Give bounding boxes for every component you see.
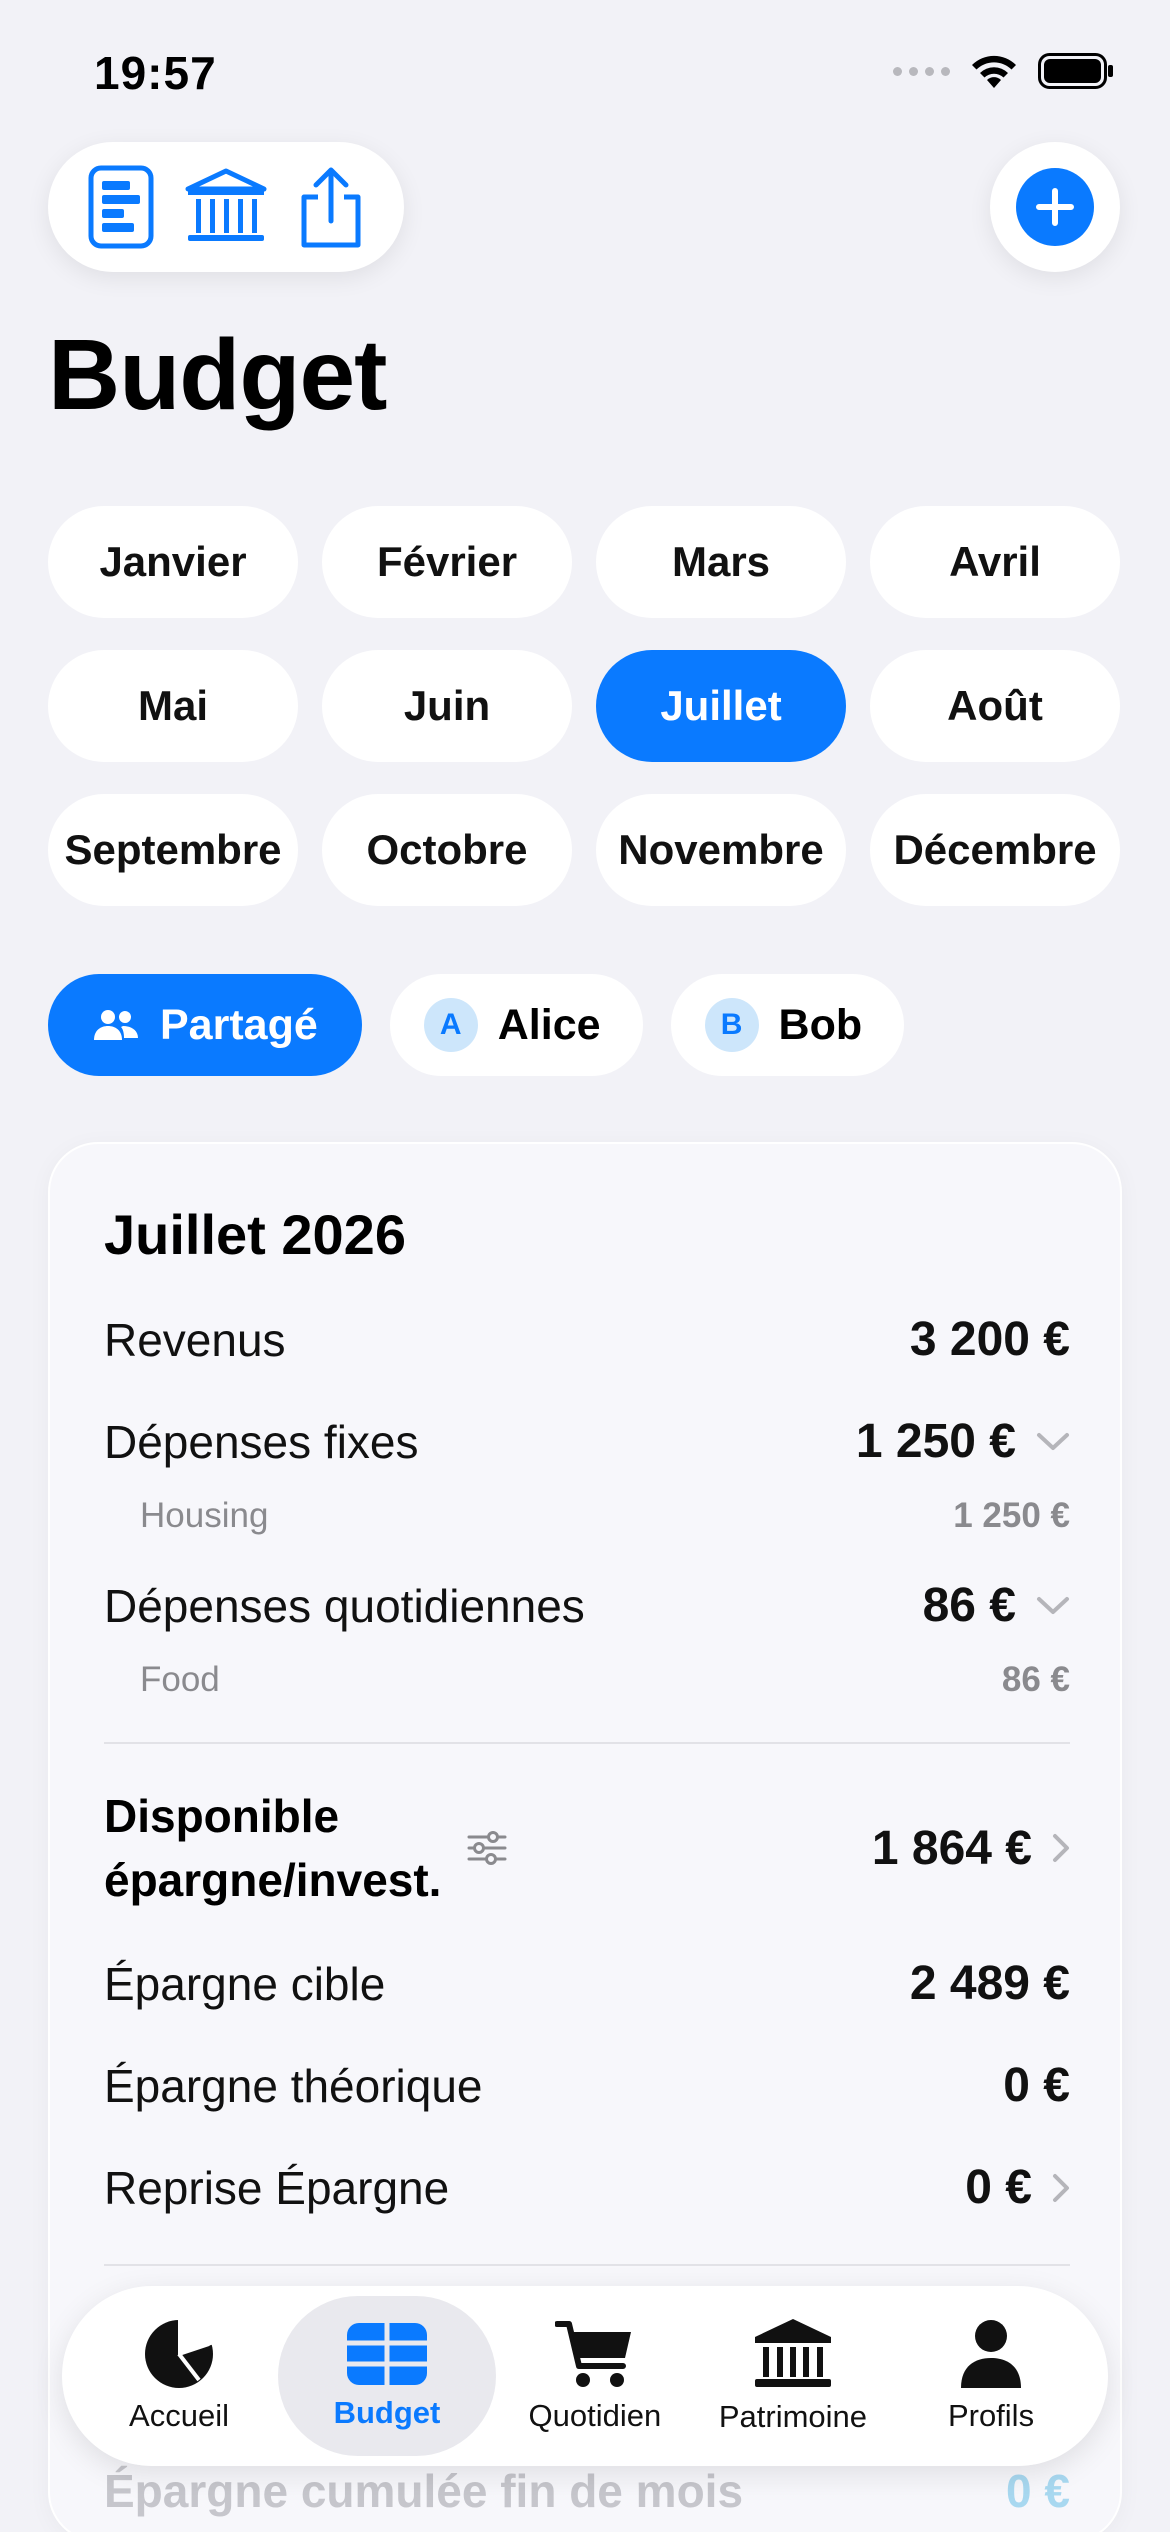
tab-quotidien[interactable]: Quotidien <box>496 2296 694 2456</box>
food-subrow: Food 86 € <box>140 1660 1070 1700</box>
profile-alice-button[interactable]: A Alice <box>389 974 643 1076</box>
epargne-cumulee-row: Épargne cumulée fin de mois 0 € <box>104 2464 1070 2518</box>
revenus-label: Revenus <box>104 1313 286 1366</box>
tab-profils[interactable]: Profils <box>892 2296 1090 2456</box>
profile-selector: Partagé A Alice B Bob <box>48 974 905 1076</box>
revenus-row: Revenus 3 200 € <box>104 1312 1070 1367</box>
depenses-quotidiennes-row[interactable]: Dépenses quotidiennes 86 € <box>104 1578 1070 1633</box>
people-icon <box>94 1010 138 1040</box>
status-indicators <box>893 52 1114 90</box>
epargne-cumulee-label: Épargne cumulée fin de mois <box>104 2465 744 2517</box>
tab-patrimoine-label: Patrimoine <box>718 2399 868 2434</box>
bank-icon <box>185 168 267 241</box>
epargne-cible-row: Épargne cible 2 489 € <box>104 1956 1070 2011</box>
month-mars[interactable]: Mars <box>596 506 846 618</box>
cart-icon <box>554 2321 631 2387</box>
month-decembre[interactable]: Décembre <box>870 794 1120 906</box>
bob-avatar: B <box>704 998 759 1052</box>
report-button[interactable] <box>73 159 169 255</box>
epargne-theorique-label: Épargne théorique <box>104 2059 483 2112</box>
depenses-fixes-value: 1 250 € <box>855 1415 1016 1468</box>
tab-profils-label: Profils <box>947 2398 1035 2433</box>
top-toolbar <box>48 142 404 272</box>
share-icon <box>301 167 361 248</box>
battery-icon <box>1038 53 1113 89</box>
food-value: 86 € <box>1001 1660 1070 1699</box>
sliders-icon[interactable] <box>467 1831 507 1866</box>
profile-shared-label: Partagé <box>160 1000 318 1049</box>
epargne-theorique-value: 0 € <box>1003 2059 1070 2112</box>
person-icon <box>961 2320 1021 2388</box>
disponible-value: 1 864 € <box>871 1821 1032 1875</box>
chevron-right-icon <box>1053 1834 1069 1863</box>
cellular-signal-icon <box>893 66 950 76</box>
tab-bar: Accueil Budget Quotidien Patrimoine Prof… <box>62 2286 1108 2466</box>
bank-button[interactable] <box>178 159 274 255</box>
month-octobre[interactable]: Octobre <box>322 794 572 906</box>
depenses-fixes-label: Dépenses fixes <box>104 1415 419 1468</box>
page-title: Budget <box>48 319 387 431</box>
status-bar: 19:57 <box>0 0 1170 150</box>
housing-subrow: Housing 1 250 € <box>140 1496 1070 1536</box>
wifi-icon <box>972 55 1016 88</box>
month-janvier[interactable]: Janvier <box>48 506 298 618</box>
profile-alice-label: Alice <box>497 1000 601 1049</box>
reprise-epargne-label: Reprise Épargne <box>104 2161 450 2214</box>
report-icon <box>88 165 154 249</box>
epargne-cumulee-value: 0 € <box>1006 2465 1070 2517</box>
epargne-theorique-row: Épargne théorique 0 € <box>104 2058 1070 2113</box>
revenus-value: 3 200 € <box>909 1313 1070 1366</box>
tab-budget[interactable]: Budget <box>278 2296 496 2456</box>
profile-bob-label: Bob <box>778 1000 863 1049</box>
month-avril[interactable]: Avril <box>870 506 1120 618</box>
tab-budget-label: Budget <box>333 2395 441 2430</box>
month-septembre[interactable]: Septembre <box>48 794 298 906</box>
food-label: Food <box>140 1660 220 1699</box>
epargne-cible-value: 2 489 € <box>909 1957 1070 2010</box>
disponible-label-line1: Disponible <box>104 1790 340 1842</box>
divider <box>104 1742 1070 1744</box>
summary-title: Juillet 2026 <box>104 1203 406 1266</box>
month-juillet[interactable]: Juillet <box>596 650 846 762</box>
disponible-label-line2: épargne/invest. <box>104 1854 442 1907</box>
tab-quotidien-label: Quotidien <box>528 2398 662 2433</box>
chevron-down-icon <box>1037 1596 1069 1614</box>
month-aout[interactable]: Août <box>870 650 1120 762</box>
chevron-right-icon <box>1053 2173 1069 2202</box>
add-button[interactable] <box>990 142 1120 272</box>
tab-accueil-label: Accueil <box>129 2398 229 2433</box>
share-button[interactable] <box>283 159 379 255</box>
plus-icon <box>1016 168 1094 246</box>
epargne-cible-label: Épargne cible <box>104 1957 386 2010</box>
depenses-quotidiennes-value: 86 € <box>922 1579 1016 1632</box>
pie-chart-icon <box>145 2318 214 2388</box>
table-grid-icon <box>346 2323 427 2385</box>
housing-value: 1 250 € <box>953 1496 1070 1535</box>
depenses-fixes-row[interactable]: Dépenses fixes 1 250 € <box>104 1414 1070 1469</box>
month-juin[interactable]: Juin <box>322 650 572 762</box>
chevron-down-icon <box>1037 1432 1069 1450</box>
profile-bob-button[interactable]: B Bob <box>670 974 905 1076</box>
tab-accueil[interactable]: Accueil <box>80 2296 278 2456</box>
depenses-quotidiennes-label: Dépenses quotidiennes <box>104 1579 585 1632</box>
month-fevrier[interactable]: Février <box>322 506 572 618</box>
profile-shared-button[interactable]: Partagé <box>48 974 362 1076</box>
divider <box>104 2264 1070 2266</box>
tab-patrimoine[interactable]: Patrimoine <box>694 2296 892 2456</box>
housing-label: Housing <box>140 1496 269 1535</box>
status-time: 19:57 <box>94 47 217 99</box>
bank-icon <box>754 2319 831 2387</box>
reprise-epargne-value: 0 € <box>965 2161 1032 2214</box>
disponible-row[interactable]: Disponible épargne/invest. 1 864 € <box>104 1784 1070 1913</box>
reprise-epargne-row[interactable]: Reprise Épargne 0 € <box>104 2160 1070 2215</box>
month-selector: Janvier Février Mars Avril Mai Juin Juil… <box>48 506 1122 906</box>
month-mai[interactable]: Mai <box>48 650 298 762</box>
month-novembre[interactable]: Novembre <box>596 794 846 906</box>
alice-avatar: A <box>423 998 478 1052</box>
